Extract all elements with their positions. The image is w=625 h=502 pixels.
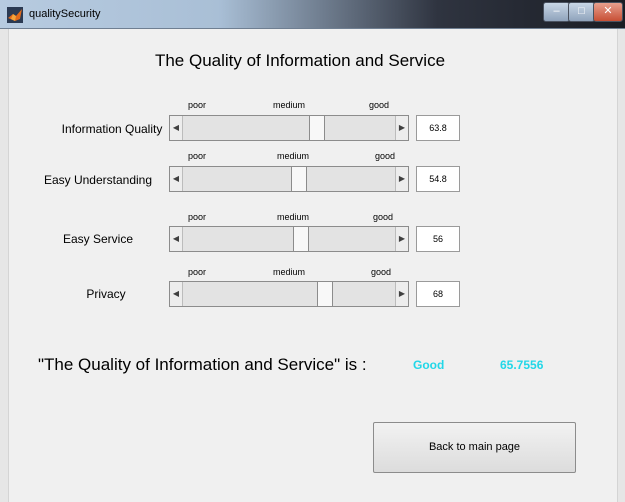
result-verdict: Good bbox=[413, 358, 445, 372]
result-question: "The Quality of Information and Service"… bbox=[38, 355, 367, 374]
scale-medium: medium bbox=[277, 212, 310, 222]
scale-good: good bbox=[371, 267, 392, 277]
slider-right-arrow-icon[interactable]: ▶ bbox=[395, 116, 408, 140]
scale-poor: poor bbox=[188, 151, 207, 161]
window-title: qualitySecurity bbox=[29, 8, 101, 20]
scale-poor: poor bbox=[188, 212, 207, 222]
result-score: 65.7556 bbox=[500, 358, 544, 372]
minimize-button[interactable]: – bbox=[543, 2, 570, 22]
value-field-easy-understanding[interactable]: 54.8 bbox=[416, 166, 460, 192]
slider-right-arrow-icon[interactable]: ▶ bbox=[395, 167, 408, 191]
scale-medium: medium bbox=[277, 151, 310, 161]
slider-label-privacy: Privacy bbox=[86, 287, 126, 301]
maximize-button[interactable]: □ bbox=[568, 2, 595, 22]
slider-left-arrow-icon[interactable]: ◀ bbox=[170, 282, 183, 306]
page-title: The Quality of Information and Service bbox=[154, 51, 446, 70]
slider-label-information-quality: Information Quality bbox=[61, 122, 163, 136]
slider-thumb[interactable] bbox=[308, 115, 325, 141]
slider-thumb[interactable] bbox=[293, 226, 310, 252]
slider-easy-understanding[interactable]: ◀ ▶ bbox=[169, 166, 409, 192]
back-to-main-page-button[interactable]: Back to main page bbox=[373, 422, 576, 473]
slider-thumb[interactable] bbox=[290, 166, 307, 192]
scale-good: good bbox=[369, 100, 390, 110]
slider-information-quality[interactable]: ◀ ▶ bbox=[169, 115, 409, 141]
slider-left-arrow-icon[interactable]: ◀ bbox=[170, 227, 183, 251]
value-field-easy-service[interactable]: 56 bbox=[416, 226, 460, 252]
window-left-edge bbox=[0, 29, 9, 502]
scale-poor: poor bbox=[188, 100, 207, 110]
scale-poor: poor bbox=[188, 267, 207, 277]
close-button[interactable]: ✕ bbox=[593, 2, 623, 22]
slider-easy-service[interactable]: ◀ ▶ bbox=[169, 226, 409, 252]
slider-label-easy-service: Easy Service bbox=[62, 232, 134, 246]
slider-left-arrow-icon[interactable]: ◀ bbox=[170, 167, 183, 191]
scale-good: good bbox=[375, 151, 396, 161]
scale-medium: medium bbox=[273, 100, 306, 110]
slider-thumb[interactable] bbox=[316, 281, 333, 307]
scale-medium: medium bbox=[273, 267, 306, 277]
slider-right-arrow-icon[interactable]: ▶ bbox=[395, 227, 408, 251]
title-bar: qualitySecurity – □ ✕ bbox=[0, 0, 625, 29]
slider-left-arrow-icon[interactable]: ◀ bbox=[170, 116, 183, 140]
slider-label-easy-understanding: Easy Understanding bbox=[43, 173, 153, 187]
scale-good: good bbox=[373, 212, 394, 222]
window-right-edge bbox=[617, 29, 625, 502]
matlab-icon bbox=[7, 7, 23, 23]
slider-right-arrow-icon[interactable]: ▶ bbox=[395, 282, 408, 306]
slider-privacy[interactable]: ◀ ▶ bbox=[169, 281, 409, 307]
value-field-information-quality[interactable]: 63.8 bbox=[416, 115, 460, 141]
value-field-privacy[interactable]: 68 bbox=[416, 281, 460, 307]
